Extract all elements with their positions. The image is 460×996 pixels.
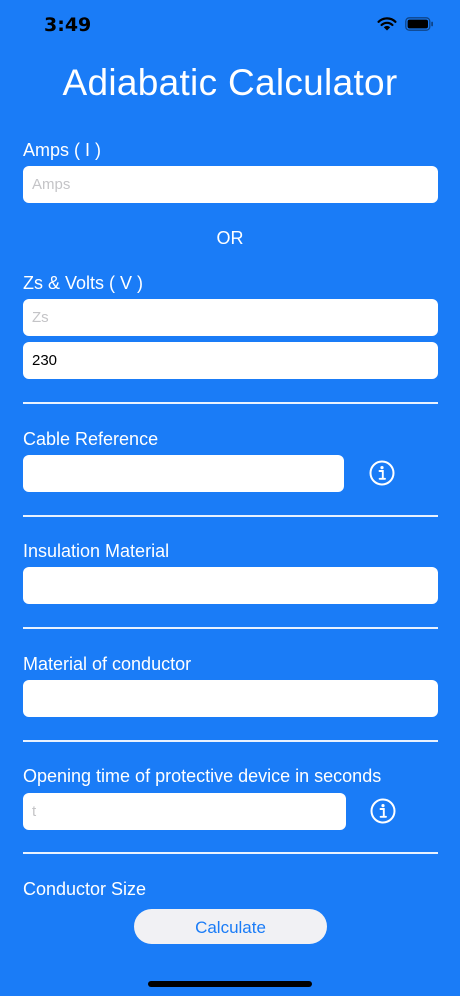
zs-volts-label: Zs & Volts ( V ) bbox=[23, 273, 144, 293]
conductor-material-label: Material of conductor bbox=[23, 654, 192, 674]
status-time: 3:49 bbox=[44, 14, 92, 36]
conductor-material-field[interactable] bbox=[23, 680, 438, 717]
divider bbox=[23, 740, 438, 742]
wifi-icon bbox=[377, 16, 397, 31]
divider bbox=[23, 852, 438, 854]
opening-time-info-icon[interactable] bbox=[370, 798, 396, 824]
calculate-button[interactable]: Calculate bbox=[134, 909, 327, 944]
status-bar: 3:49 bbox=[0, 0, 460, 50]
amps-label: Amps ( I ) bbox=[23, 140, 102, 160]
amps-input[interactable] bbox=[23, 166, 438, 203]
insulation-material-field[interactable] bbox=[23, 567, 438, 604]
page-title: Adiabatic Calculator bbox=[62, 62, 398, 103]
cable-reference-field[interactable] bbox=[23, 455, 344, 492]
conductor-size-label: Conductor Size bbox=[23, 879, 147, 899]
status-icons bbox=[377, 16, 434, 31]
home-indicator bbox=[148, 981, 312, 987]
insulation-material-label: Insulation Material bbox=[23, 541, 170, 561]
volts-input[interactable] bbox=[23, 342, 438, 379]
opening-time-label: Opening time of protective device in sec… bbox=[23, 766, 382, 786]
divider bbox=[23, 402, 438, 404]
or-separator: OR bbox=[216, 228, 244, 248]
divider bbox=[23, 515, 438, 517]
cable-reference-label: Cable Reference bbox=[23, 429, 159, 449]
divider bbox=[23, 627, 438, 629]
zs-input[interactable] bbox=[23, 299, 438, 336]
cable-reference-info-icon[interactable] bbox=[369, 460, 395, 486]
battery-icon bbox=[405, 16, 434, 31]
opening-time-input[interactable] bbox=[23, 793, 346, 830]
